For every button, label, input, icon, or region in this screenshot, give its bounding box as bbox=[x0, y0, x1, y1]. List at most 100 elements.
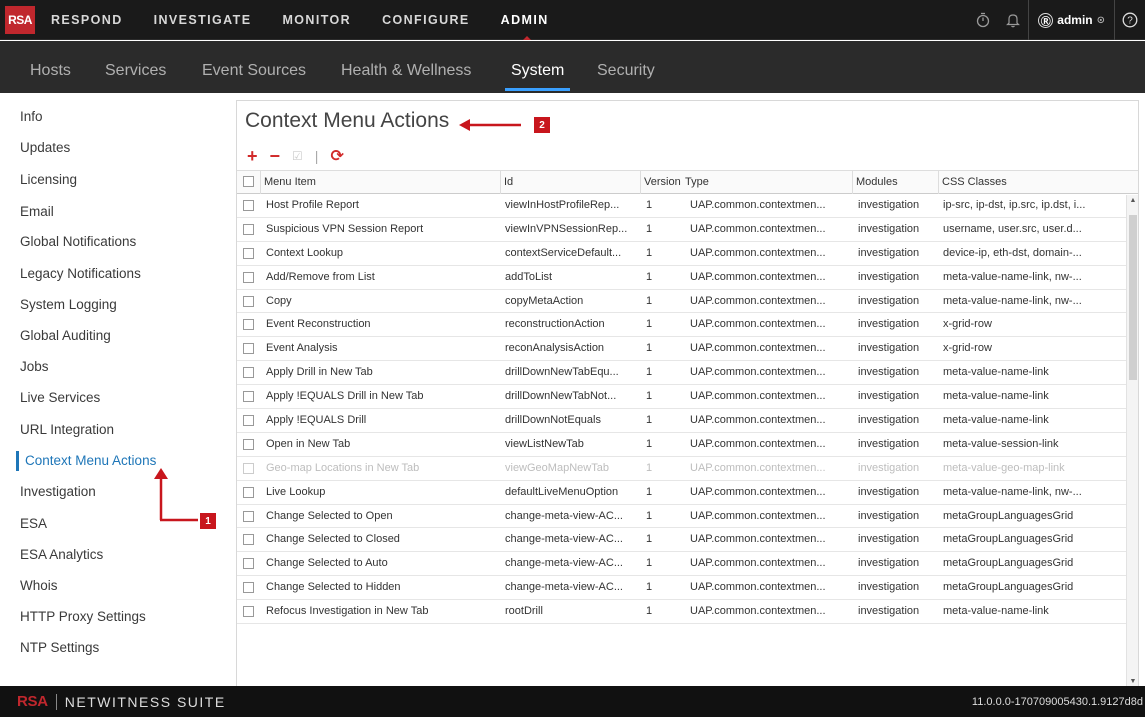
tab-system[interactable]: System bbox=[504, 41, 571, 91]
rsa-logo[interactable]: RSA bbox=[5, 5, 35, 34]
sidebar-item-licensing[interactable]: Licensing bbox=[20, 170, 77, 190]
table-row[interactable]: Change Selected to Closed change-meta-vie… bbox=[237, 528, 1138, 553]
edit-button[interactable]: ☑ bbox=[292, 149, 303, 163]
cell-modules: investigation bbox=[858, 485, 920, 498]
nav-monitor[interactable]: MONITOR bbox=[282, 0, 351, 40]
row-checkbox[interactable] bbox=[243, 486, 254, 498]
table-row[interactable]: Context Lookup contextServiceDefault... 1 U… bbox=[237, 242, 1138, 266]
tab-hosts[interactable]: Hosts bbox=[30, 41, 71, 91]
column-header-css-classes[interactable]: CSS Classes bbox=[938, 171, 1138, 194]
nav-configure[interactable]: CONFIGURE bbox=[382, 0, 470, 40]
actions-grid: Menu Item Id Version Type Modules CSS Cl… bbox=[237, 170, 1138, 625]
row-checkbox[interactable] bbox=[243, 319, 254, 331]
sidebar-item-investigation[interactable]: Investigation bbox=[20, 482, 96, 502]
tab-event-sources[interactable]: Event Sources bbox=[202, 41, 306, 91]
cell-version: 1 bbox=[646, 390, 653, 403]
footer-rsa-logo: RSA bbox=[17, 693, 48, 710]
remove-button[interactable]: − bbox=[270, 146, 281, 167]
tab-health-wellness[interactable]: Health & Wellness bbox=[341, 41, 471, 91]
scroll-up-icon[interactable]: ▲ bbox=[1127, 197, 1139, 204]
table-row[interactable]: Event Analysis reconAnalysisAction 1 UAP.co… bbox=[237, 337, 1138, 362]
sidebar-item-legacy-notifications[interactable]: Legacy Notifications bbox=[20, 264, 141, 284]
table-row[interactable]: Add/Remove from List addToList 1 UAP.common… bbox=[237, 266, 1138, 290]
cell-id: change-meta-view-AC... bbox=[505, 509, 623, 522]
cell-menu-item: Context Lookup bbox=[266, 246, 344, 259]
table-row[interactable]: Event Reconstruction reconstructionAction… bbox=[237, 313, 1138, 338]
row-checkbox[interactable] bbox=[243, 415, 254, 427]
sidebar-item-email[interactable]: Email bbox=[20, 202, 54, 222]
select-all-checkbox[interactable] bbox=[243, 176, 254, 187]
nav-admin[interactable]: ADMIN bbox=[501, 0, 549, 40]
table-row[interactable]: Copy copyMetaAction 1 UAP.common.contextmen… bbox=[237, 290, 1138, 314]
tab-services[interactable]: Services bbox=[105, 41, 166, 91]
row-checkbox[interactable] bbox=[243, 295, 254, 307]
table-row[interactable]: Change Selected to Open change-meta-view-… bbox=[237, 505, 1138, 529]
row-checkbox[interactable] bbox=[243, 558, 254, 570]
sidebar-item-esa[interactable]: ESA bbox=[20, 514, 47, 534]
table-row[interactable]: Change Selected to Hidden change-meta-vie… bbox=[237, 576, 1138, 601]
row-checkbox[interactable] bbox=[243, 534, 254, 546]
cell-id: drillDownNewTabNot... bbox=[505, 390, 617, 403]
column-header-type[interactable]: Type bbox=[682, 171, 852, 194]
sidebar-item-http-proxy-settings[interactable]: HTTP Proxy Settings bbox=[20, 607, 146, 627]
row-checkbox[interactable] bbox=[243, 606, 254, 618]
row-checkbox[interactable] bbox=[243, 223, 254, 235]
column-header-modules[interactable]: Modules bbox=[852, 171, 938, 194]
row-checkbox[interactable] bbox=[243, 247, 254, 259]
sidebar-item-url-integration[interactable]: URL Integration bbox=[20, 420, 114, 440]
sidebar-item-whois[interactable]: Whois bbox=[20, 576, 58, 596]
sidebar-item-system-logging[interactable]: System Logging bbox=[20, 295, 117, 315]
tab-security[interactable]: Security bbox=[597, 41, 655, 91]
nav-respond[interactable]: RESPOND bbox=[51, 0, 123, 40]
table-row[interactable]: Change Selected to Auto change-meta-view-… bbox=[237, 552, 1138, 577]
scroll-down-icon[interactable]: ▼ bbox=[1127, 678, 1139, 685]
row-checkbox[interactable] bbox=[243, 343, 254, 355]
sidebar-item-global-auditing[interactable]: Global Auditing bbox=[20, 326, 111, 346]
page-title: Context Menu Actions bbox=[245, 109, 450, 132]
grid-scrollbar[interactable]: ▲ ▼ bbox=[1126, 195, 1138, 687]
table-row[interactable]: Apply !EQUALS Drill in New Tab drillDownN… bbox=[237, 385, 1138, 410]
cell-modules: investigation bbox=[858, 294, 920, 307]
table-row[interactable]: Live Lookup defaultLiveMenuOption 1 UAP.com… bbox=[237, 481, 1138, 505]
row-checkbox[interactable] bbox=[243, 391, 254, 403]
cell-id: defaultLiveMenuOption bbox=[505, 485, 619, 498]
table-row[interactable]: Host Profile Report viewInHostProfileRep.… bbox=[237, 194, 1138, 218]
scroll-thumb[interactable] bbox=[1129, 215, 1137, 380]
column-header-menu-item[interactable]: Menu Item bbox=[260, 171, 500, 194]
timer-icon[interactable] bbox=[968, 0, 998, 40]
annotation-badge-2: 2 bbox=[534, 117, 550, 133]
cell-id: drillDownNotEquals bbox=[505, 414, 601, 427]
sidebar-item-global-notifications[interactable]: Global Notifications bbox=[20, 232, 136, 252]
cell-menu-item: Change Selected to Auto bbox=[266, 557, 388, 570]
sidebar-item-esa-analytics[interactable]: ESA Analytics bbox=[20, 545, 103, 565]
table-row[interactable]: Apply Drill in New Tab drillDownNewTabEqu… bbox=[237, 361, 1138, 386]
sidebar-item-info[interactable]: Info bbox=[20, 107, 43, 127]
add-button[interactable]: + bbox=[247, 146, 258, 167]
user-menu[interactable]: Ⓡ admin ⊙ bbox=[1029, 0, 1114, 40]
row-checkbox[interactable] bbox=[243, 462, 254, 474]
row-checkbox[interactable] bbox=[243, 367, 254, 379]
sidebar-item-ntp-settings[interactable]: NTP Settings bbox=[20, 638, 99, 658]
row-checkbox[interactable] bbox=[243, 200, 254, 211]
bell-icon[interactable] bbox=[998, 0, 1028, 40]
sidebar-item-jobs[interactable]: Jobs bbox=[20, 357, 49, 377]
row-checkbox[interactable] bbox=[243, 582, 254, 594]
column-header-id[interactable]: Id bbox=[500, 171, 640, 194]
cell-type: UAP.common.contextmen... bbox=[690, 270, 826, 283]
sidebar-item-live-services[interactable]: Live Services bbox=[20, 388, 100, 408]
help-icon[interactable]: ? bbox=[1115, 0, 1145, 40]
table-row[interactable]: Refocus Investigation in New Tab rootDril… bbox=[237, 600, 1138, 625]
row-checkbox[interactable] bbox=[243, 510, 254, 522]
table-row[interactable]: Suspicious VPN Session Report viewInVPNSe… bbox=[237, 218, 1138, 242]
sidebar-item-updates[interactable]: Updates bbox=[20, 138, 70, 158]
nav-investigate[interactable]: INVESTIGATE bbox=[154, 0, 252, 40]
table-row[interactable]: Apply !EQUALS Drill drillDownNotEquals 1 UA… bbox=[237, 409, 1138, 433]
cell-modules: investigation bbox=[858, 533, 920, 546]
sidebar-item-context-menu-actions[interactable]: Context Menu Actions bbox=[16, 451, 156, 471]
refresh-button[interactable]: ⟳ bbox=[330, 146, 343, 166]
table-row[interactable]: Open in New Tab viewListNewTab 1 UAP.common… bbox=[237, 433, 1138, 457]
column-header-version[interactable]: Version bbox=[640, 171, 682, 194]
row-checkbox[interactable] bbox=[243, 438, 254, 450]
row-checkbox[interactable] bbox=[243, 271, 254, 283]
table-row[interactable]: Geo-map Locations in New Tab viewGeoMapNe… bbox=[237, 457, 1138, 481]
